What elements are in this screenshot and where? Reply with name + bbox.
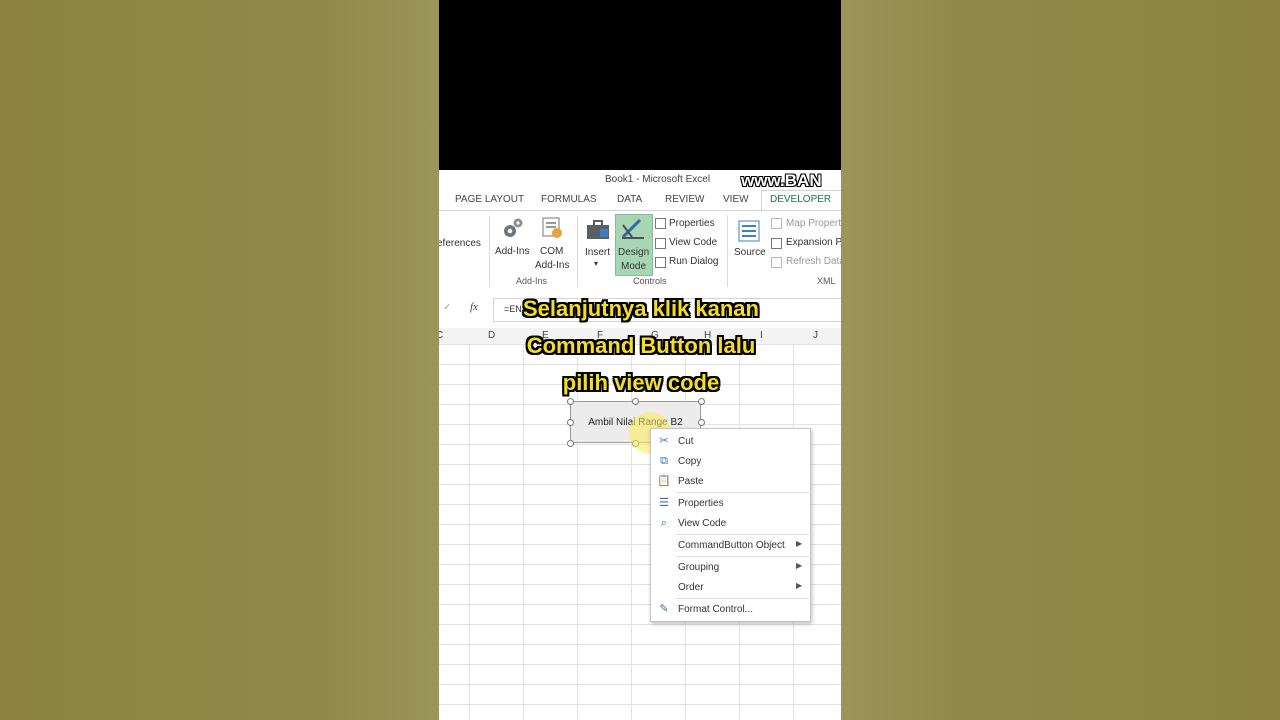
map-properties-button: Map Propert bbox=[786, 218, 841, 229]
menu-item-label: Paste bbox=[678, 476, 704, 487]
tab-developer[interactable]: DEVELOPER bbox=[770, 194, 831, 207]
ribbon-tabs: PAGE LAYOUT FORMULAS DATA REVIEW VIEW DE… bbox=[439, 190, 841, 210]
menu-item-format-control[interactable]: ✎ Format Control... bbox=[651, 599, 810, 619]
tab-view[interactable]: VIEW bbox=[723, 194, 749, 205]
properties-button[interactable]: Properties bbox=[669, 218, 715, 229]
view-code-icon: ⌕ bbox=[660, 517, 668, 529]
window-title: Book1 - Microsoft Excel bbox=[605, 174, 711, 185]
ribbon-separator bbox=[577, 215, 578, 287]
format-control-icon: ✎ bbox=[659, 603, 669, 615]
ribbon-separator bbox=[489, 215, 490, 287]
design-mode-icon bbox=[620, 217, 646, 241]
menu-item-copy[interactable]: ⧉ Copy bbox=[651, 451, 810, 471]
menu-item-order[interactable]: Order ▶ bbox=[651, 577, 810, 597]
ribbon-separator bbox=[727, 215, 728, 287]
com-add-ins-line1[interactable]: COM bbox=[540, 246, 563, 257]
paste-icon: 📋 bbox=[657, 475, 671, 487]
insert-button[interactable]: Insert bbox=[585, 247, 610, 258]
run-dialog-button[interactable]: Run Dialog bbox=[669, 256, 718, 267]
scissors-icon: ✂ bbox=[659, 435, 669, 447]
resize-handle[interactable] bbox=[567, 440, 574, 447]
tab-formulas[interactable]: FORMULAS bbox=[541, 194, 597, 205]
menu-item-label: CommandButton Object bbox=[678, 540, 785, 551]
watermark-text: www.BAN bbox=[741, 171, 822, 190]
video-frame: Book1 - Microsoft Excel www.BAN PAGE LAY… bbox=[439, 0, 841, 720]
xml-group-label: XML bbox=[817, 276, 836, 286]
design-mode-line2: Mode bbox=[621, 261, 647, 272]
menu-item-label: Format Control... bbox=[678, 604, 754, 615]
resize-handle[interactable] bbox=[698, 419, 705, 426]
resize-handle[interactable] bbox=[698, 398, 705, 405]
submenu-arrow-icon: ▶ bbox=[796, 561, 803, 570]
view-code-icon[interactable] bbox=[655, 238, 666, 249]
add-ins-button[interactable]: Add-Ins bbox=[495, 246, 529, 257]
letterbox-top bbox=[439, 0, 841, 170]
refresh-data-button: Refresh Data bbox=[786, 256, 841, 267]
caption-line-2: Command Button lalu bbox=[526, 333, 756, 358]
caption-line-1: Selanjutnya klik kanan bbox=[523, 296, 759, 321]
source-button[interactable]: Source bbox=[734, 247, 766, 258]
references-label[interactable]: eferences bbox=[439, 238, 481, 249]
menu-item-label: Cut bbox=[678, 436, 694, 447]
xml-source-icon[interactable] bbox=[737, 219, 761, 243]
menu-item-view-code[interactable]: ⌕ View Code bbox=[651, 513, 810, 533]
properties-icon: ☰ bbox=[659, 497, 669, 509]
chevron-down-icon[interactable]: ▾ bbox=[594, 259, 598, 268]
title-bar: Book1 - Microsoft Excel www.BAN bbox=[439, 170, 841, 190]
com-addins-icon[interactable] bbox=[540, 216, 564, 240]
resize-handle[interactable] bbox=[632, 398, 639, 405]
menu-item-grouping[interactable]: Grouping ▶ bbox=[651, 557, 810, 577]
menu-item-label: Order bbox=[678, 582, 704, 593]
properties-icon[interactable] bbox=[655, 218, 666, 229]
menu-item-cut[interactable]: ✂ Cut bbox=[651, 431, 810, 451]
menu-item-label: View Code bbox=[678, 518, 727, 529]
menu-item-label: Copy bbox=[678, 456, 702, 467]
view-code-button[interactable]: View Code bbox=[669, 237, 717, 248]
add-ins-group-label: Add-Ins bbox=[516, 276, 548, 286]
menu-item-label: Grouping bbox=[678, 562, 720, 573]
com-add-ins-line2[interactable]: Add-Ins bbox=[535, 260, 569, 271]
run-dialog-icon[interactable] bbox=[655, 257, 666, 268]
expansion-packs-icon[interactable] bbox=[771, 238, 782, 249]
tab-page-layout[interactable]: PAGE LAYOUT bbox=[455, 194, 524, 205]
menu-item-properties[interactable]: ☰ Properties bbox=[651, 493, 810, 513]
menu-item-label: Properties bbox=[678, 498, 724, 509]
map-properties-icon bbox=[771, 218, 782, 229]
submenu-arrow-icon: ▶ bbox=[796, 581, 803, 590]
tab-review[interactable]: REVIEW bbox=[665, 194, 704, 205]
expansion-packs-button[interactable]: Expansion Pa bbox=[786, 237, 841, 248]
gear-icon[interactable] bbox=[501, 215, 525, 241]
copy-icon: ⧉ bbox=[660, 455, 668, 467]
tab-data[interactable]: DATA bbox=[617, 194, 642, 205]
resize-handle[interactable] bbox=[567, 419, 574, 426]
menu-item-commandbutton-object[interactable]: CommandButton Object ▶ bbox=[651, 535, 810, 555]
toolbox-icon[interactable] bbox=[585, 219, 611, 243]
resize-handle[interactable] bbox=[567, 398, 574, 405]
caption-line-3: pilih view code bbox=[562, 370, 720, 395]
controls-group-label: Controls bbox=[633, 276, 667, 286]
context-menu: ✂ Cut ⧉ Copy 📋 Paste ☰ Properties ⌕ View… bbox=[650, 428, 811, 622]
ribbon: eferences Add-Ins COM Add-Ins Add-Ins In… bbox=[439, 210, 841, 294]
submenu-arrow-icon: ▶ bbox=[796, 539, 803, 548]
design-mode-line1: Design bbox=[618, 247, 650, 258]
refresh-data-icon bbox=[771, 257, 782, 268]
menu-item-paste[interactable]: 📋 Paste bbox=[651, 471, 810, 491]
